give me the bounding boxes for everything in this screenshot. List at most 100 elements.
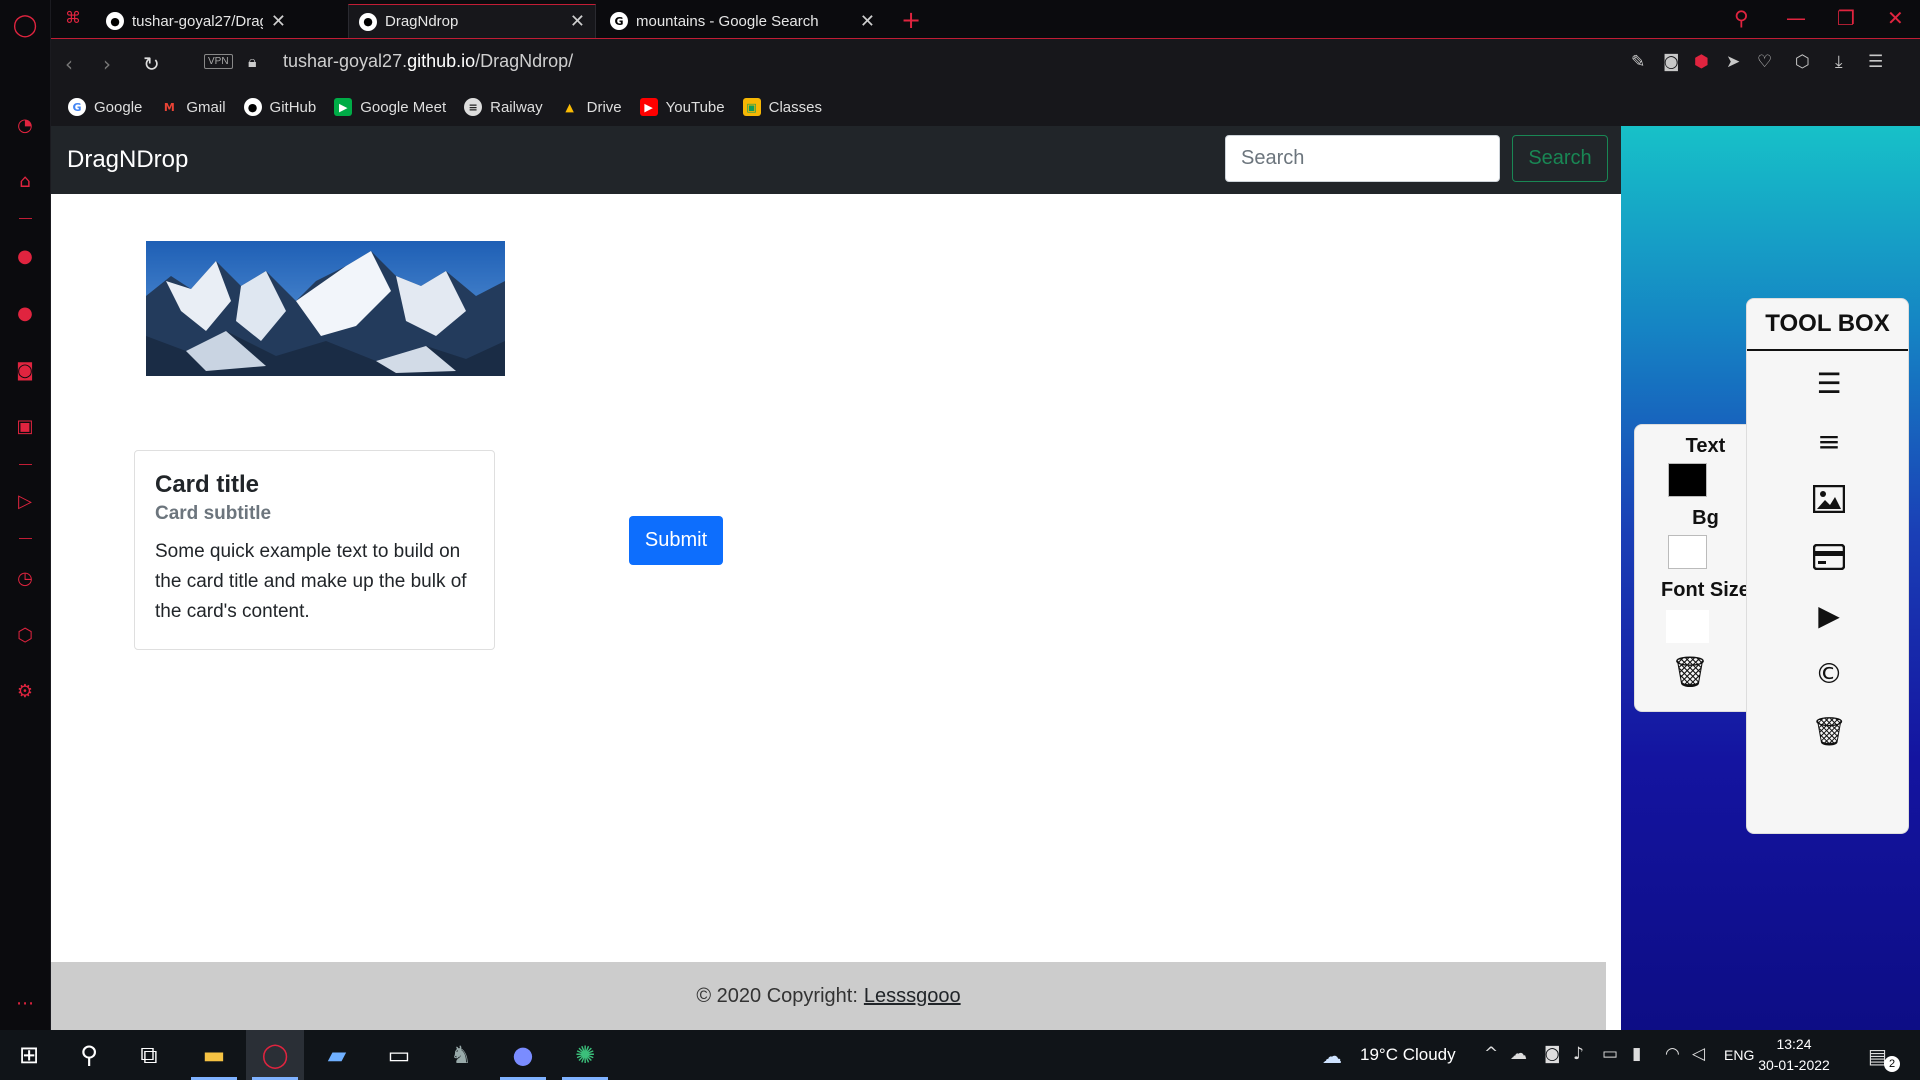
wifi-icon[interactable]: ◠	[1665, 1044, 1680, 1064]
battery-icon[interactable]: ▮	[1632, 1044, 1641, 1064]
bookmark-gmail[interactable]: M Gmail	[160, 98, 226, 116]
laptop-app-icon[interactable]: ▰	[308, 1030, 366, 1080]
bookmark-youtube[interactable]: ▶ YouTube	[639, 98, 725, 116]
url-host: tushar-goyal27.	[283, 51, 408, 71]
gamepad-icon[interactable]: ⌘	[65, 8, 81, 27]
easy-setup-icon[interactable]: ☰	[1868, 52, 1883, 72]
clock[interactable]: 13:24 30-01-2022	[1754, 1034, 1834, 1076]
copyright-icon[interactable]: ©	[1811, 656, 1847, 690]
lock-icon[interactable]: 🔒︎	[248, 52, 257, 72]
font-size-input[interactable]	[1666, 610, 1709, 643]
site-navbar: DragNDrop Search	[51, 126, 1621, 194]
minimize-icon[interactable]: —	[1786, 6, 1806, 30]
align-center-icon[interactable]: ≡	[1811, 424, 1847, 458]
terminal-icon[interactable]: ▭	[370, 1030, 428, 1080]
image-icon[interactable]	[1811, 482, 1847, 516]
display-icon[interactable]: ▭	[1602, 1044, 1618, 1064]
opera-logo-icon[interactable]: ◯	[12, 12, 38, 38]
tab-google-search[interactable]: G mountains - Google Search ✕	[600, 4, 885, 38]
predator-icon[interactable]: ♞	[432, 1030, 490, 1080]
camera-icon[interactable]: ◙	[1663, 52, 1680, 72]
clock-time: 13:24	[1776, 1036, 1812, 1052]
windows-taskbar: ⊞ ⚲ ⧉ ▬ ◯ ▰ ▭ ♞ ● ✺ ☁ 19°C Cloudy ^ ☁ ◙ …	[0, 1030, 1920, 1080]
camera-icon[interactable]: ◙	[1544, 1044, 1561, 1064]
tab-title: DragNdrop	[385, 13, 459, 30]
heart-icon[interactable]: ♡	[1757, 52, 1772, 72]
search-button[interactable]: Search	[1512, 135, 1608, 182]
bookmark-railway[interactable]: ≡ Railway	[464, 98, 543, 116]
player-icon[interactable]: ▷	[12, 488, 38, 514]
bookmark-label: Gmail	[186, 98, 226, 116]
opera-icon[interactable]: ◯	[246, 1030, 304, 1080]
close-icon[interactable]: ✕	[570, 11, 585, 32]
submit-button[interactable]: Submit	[629, 516, 723, 565]
google-icon: G	[68, 98, 86, 116]
back-icon[interactable]: ‹	[65, 52, 73, 76]
extensions-icon[interactable]: ⬡	[12, 622, 38, 648]
tab-strip: ⌘ ● tushar-goyal27/DragNdrop ✕ ● DragNdr…	[51, 0, 1920, 38]
text-color-picker[interactable]	[1668, 463, 1707, 497]
reload-icon[interactable]: ↻	[143, 52, 160, 76]
trash-icon[interactable]: 🗑︎	[1811, 714, 1847, 748]
bookmark-drive[interactable]: ▲ Drive	[561, 98, 622, 116]
restore-icon[interactable]: ❐	[1837, 6, 1855, 30]
edit-icon[interactable]: ✎	[1631, 52, 1645, 72]
google-icon: G	[610, 12, 628, 30]
play-icon[interactable]: ▶	[1811, 598, 1847, 632]
search-tabs-icon[interactable]: ⚲	[1734, 6, 1749, 30]
adblock-icon[interactable]: ⬢	[1694, 52, 1709, 72]
weather-text[interactable]: 19°C Cloudy	[1360, 1030, 1456, 1080]
delete-style-icon[interactable]: 🗑︎	[1671, 655, 1709, 690]
language-indicator[interactable]: ENG	[1724, 1030, 1754, 1080]
forward-icon[interactable]: ›	[103, 52, 111, 76]
onedrive-icon[interactable]: ☁	[1510, 1044, 1527, 1064]
tab-github-repo[interactable]: ● tushar-goyal27/DragNdrop ✕	[96, 4, 296, 38]
bag-icon[interactable]: ⌂	[12, 168, 38, 194]
list-icon[interactable]: ☰	[1811, 366, 1847, 400]
bookmark-label: Google Meet	[360, 98, 447, 116]
close-icon[interactable]: ✕	[271, 11, 286, 32]
chatgpt-icon[interactable]: ✺	[556, 1030, 614, 1080]
tab-title: mountains - Google Search	[636, 12, 819, 30]
tab-title: tushar-goyal27/DragNdrop	[132, 12, 263, 30]
speed-dial-icon[interactable]: ◔	[12, 112, 38, 138]
send-icon[interactable]: ➤	[1726, 52, 1740, 72]
bookmark-google[interactable]: G Google	[68, 98, 142, 116]
microphone-icon[interactable]: ♪	[1573, 1044, 1584, 1064]
drive-icon: ▲	[565, 100, 574, 114]
box-icon[interactable]: ⬡	[1795, 52, 1810, 72]
windows-start-icon[interactable]: ⊞	[0, 1030, 58, 1080]
close-icon[interactable]: ✕	[860, 11, 875, 32]
whatsapp-icon[interactable]: ●	[12, 300, 38, 326]
footer-link[interactable]: Lesssgooo	[864, 985, 961, 1008]
new-tab-icon[interactable]: +	[901, 6, 921, 34]
mountain-image[interactable]	[146, 241, 505, 376]
site-brand[interactable]: DragNDrop	[67, 146, 188, 174]
bookmark-classes[interactable]: ▣ Classes	[742, 98, 822, 116]
bg-color-picker[interactable]	[1668, 535, 1707, 569]
history-icon[interactable]: ◷	[12, 565, 38, 591]
messenger-icon[interactable]: ●	[12, 243, 38, 269]
bookmark-github[interactable]: ● GitHub	[243, 98, 316, 116]
search-icon[interactable]: ⚲	[60, 1030, 118, 1080]
search-input[interactable]	[1225, 135, 1500, 182]
bookmark-label: Drive	[586, 98, 622, 116]
volume-icon[interactable]: ◁	[1692, 1044, 1705, 1064]
cloud-weather-icon[interactable]: ☁	[1322, 1044, 1342, 1068]
close-window-icon[interactable]: ✕	[1887, 6, 1904, 30]
card-icon[interactable]	[1811, 540, 1847, 574]
more-icon[interactable]: ⋯	[12, 990, 38, 1016]
settings-icon[interactable]: ⚙	[12, 678, 38, 704]
download-icon[interactable]: ⤓	[1835, 52, 1843, 72]
url-field[interactable]: tushar-goyal27.github.io/DragNdrop/	[283, 51, 573, 72]
chevron-up-icon[interactable]: ^	[1484, 1044, 1498, 1064]
bookmark-google-meet[interactable]: ▶ Google Meet	[334, 98, 446, 116]
instagram-icon[interactable]: ◙	[12, 357, 38, 383]
tab-dragndrop[interactable]: ● DragNdrop ✕	[348, 4, 596, 38]
content-card[interactable]: Card title Card subtitle Some quick exam…	[134, 450, 495, 650]
discord-icon[interactable]: ▣	[12, 413, 38, 439]
vpn-badge[interactable]: VPN	[204, 54, 233, 69]
discord-icon[interactable]: ●	[494, 1030, 552, 1080]
task-view-icon[interactable]: ⧉	[120, 1030, 178, 1080]
file-explorer-icon[interactable]: ▬	[185, 1030, 243, 1080]
